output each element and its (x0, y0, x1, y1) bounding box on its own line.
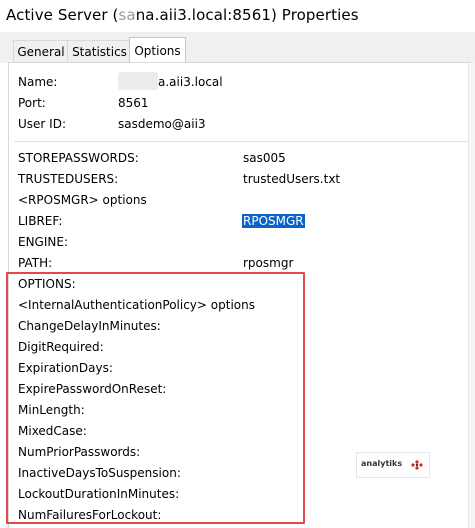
libref-value[interactable]: RPOSMGR (242, 211, 305, 231)
engine-label: ENGINE: (18, 235, 68, 249)
window-title: Active Server (sana.aii3.local:8561) Pro… (6, 6, 359, 24)
redacted-title-fragment: sa (118, 6, 136, 24)
analytiks-logo: analytiks (356, 452, 430, 478)
storepasswords-value: sas005 (243, 151, 286, 165)
port-label: Port: (18, 96, 46, 110)
libref-label: LIBREF: (18, 214, 63, 228)
storepasswords-label: STOREPASSWORDS: (18, 151, 139, 165)
scrollbar[interactable] (468, 63, 475, 528)
port-value: 8561 (118, 96, 149, 110)
rposmgr-options-header: <RPOSMGR> options (18, 193, 147, 207)
name-value: a.aii3.local (158, 75, 223, 89)
trustedusers-value: trustedUsers.txt (243, 172, 341, 186)
trustedusers-label: TRUSTEDUSERS: (18, 172, 119, 186)
libref-selected-text[interactable]: RPOSMGR (242, 214, 305, 228)
path-label: PATH: (18, 256, 53, 270)
tab-general[interactable]: General (13, 40, 69, 63)
redacted-name-prefix (118, 72, 158, 90)
logo-mark-icon (411, 460, 423, 470)
title-bar: Active Server (sana.aii3.local:8561) Pro… (0, 0, 475, 32)
path-value: rposmgr (243, 256, 294, 270)
tab-options[interactable]: Options (129, 37, 186, 64)
userid-value: sasdemo@aii3 (118, 117, 206, 131)
userid-label: User ID: (18, 117, 66, 131)
logo-text: analytiks (361, 459, 403, 468)
tab-statistics[interactable]: Statistics (67, 40, 132, 63)
section-separator (14, 141, 469, 142)
name-label: Name: (18, 75, 58, 89)
annotation-highlight-box (6, 272, 305, 524)
